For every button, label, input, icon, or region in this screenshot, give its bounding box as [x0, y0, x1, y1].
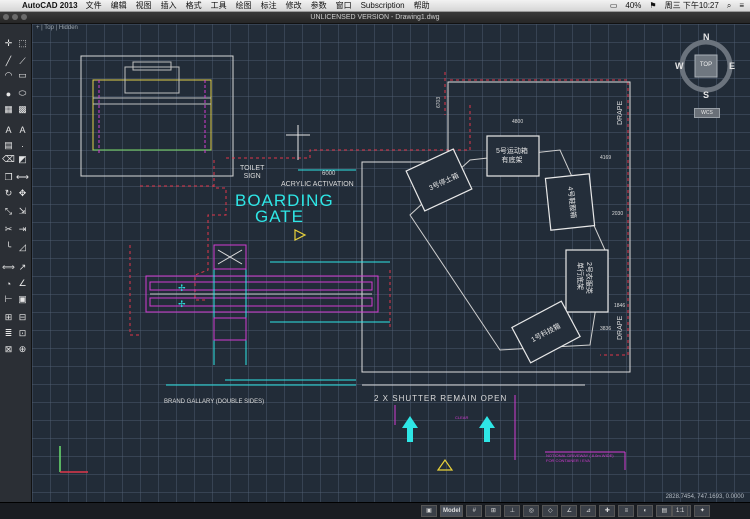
otrack-icon[interactable]: ∠ — [561, 504, 578, 517]
cyan-lines — [166, 125, 356, 386]
lineweight-icon[interactable]: ≡ — [618, 504, 635, 517]
dim-1846: 1846 — [614, 303, 626, 309]
booths — [405, 135, 609, 364]
transparency-icon[interactable]: ◐ — [637, 504, 654, 517]
grid-icon[interactable]: # — [466, 504, 483, 517]
booth-5-label: 5号运动箱 有底架 — [496, 148, 528, 164]
viewcube-east[interactable]: E — [729, 61, 735, 71]
viewcube-top-face[interactable]: TOP — [696, 62, 716, 68]
drawing-geometry: ✢ ✢ — [59, 39, 733, 473]
dim-6703: 6703 — [436, 96, 442, 108]
polar-icon[interactable]: ◎ — [523, 504, 540, 517]
dim-4800: 4800 — [512, 119, 524, 125]
ducs-icon[interactable]: ⊿ — [580, 504, 597, 517]
viewcube-north[interactable]: N — [703, 32, 710, 42]
snap-icon[interactable]: ⊞ — [485, 504, 502, 517]
booth-boundary — [361, 81, 631, 386]
dim-2030: 2030 — [612, 211, 624, 217]
drape-label-bottom: DRAPE — [617, 315, 624, 340]
qp-icon[interactable]: ▤ — [656, 504, 673, 517]
viewcube-south[interactable]: S — [703, 90, 709, 100]
dim-6000: 6000 — [322, 171, 336, 177]
acrylic-label: ACRYLIC ACTIVATION — [281, 181, 354, 188]
shutter-label: 2 X SHUTTER REMAIN OPEN — [374, 394, 508, 403]
markers — [294, 229, 454, 471]
model-tab[interactable]: Model — [440, 504, 464, 517]
inset-detail — [80, 55, 234, 177]
dim-4169: 4169 — [600, 155, 612, 161]
escalator: ✢ ✢ — [145, 244, 390, 365]
booth-2-label: 2号衣服类 单行底架 — [576, 262, 592, 294]
layout-icon[interactable]: ▣ — [421, 504, 437, 517]
wcs-menu[interactable]: WCS — [694, 108, 720, 118]
viewcube-west[interactable]: W — [675, 61, 684, 71]
drape-label-top: DRAPE — [617, 100, 624, 125]
svg-text:✢: ✢ — [178, 300, 186, 310]
annotation-visibility-icon[interactable]: ✦ — [694, 504, 711, 517]
ortho-icon[interactable]: ⊥ — [504, 504, 521, 517]
entry-arrows — [402, 416, 495, 442]
status-tabs: ▣ Model # ⊞ ⊥ ◎ ◇ ∠ ⊿ ✚ ≡ ◐ ▤ ◫ ✦ — [421, 504, 711, 517]
boarding-gate-label: BOARDING GATE — [235, 191, 334, 226]
coordinate-readout: 2828.7454, 747.1693, 0.0000 — [665, 494, 744, 500]
clear-label: CLEAR — [455, 415, 469, 420]
notional-driveway-label: NOTIONAL DRIVEWAY ( 8.0m WIDE) FOR CONTAI… — [546, 453, 614, 463]
ucs-icon — [59, 446, 88, 473]
toilet-sign-label: TOILET SIGN — [240, 165, 265, 180]
svg-text:✢: ✢ — [178, 284, 186, 294]
annotation-scale[interactable]: 1:1 — [672, 505, 689, 517]
dyn-icon[interactable]: ✚ — [599, 504, 616, 517]
osnap-icon[interactable]: ◇ — [542, 504, 559, 517]
dim-3836: 3836 — [600, 326, 612, 332]
brand-gallery-label: BRAND GALLARY (DOUBLE SIDES) — [164, 399, 265, 405]
